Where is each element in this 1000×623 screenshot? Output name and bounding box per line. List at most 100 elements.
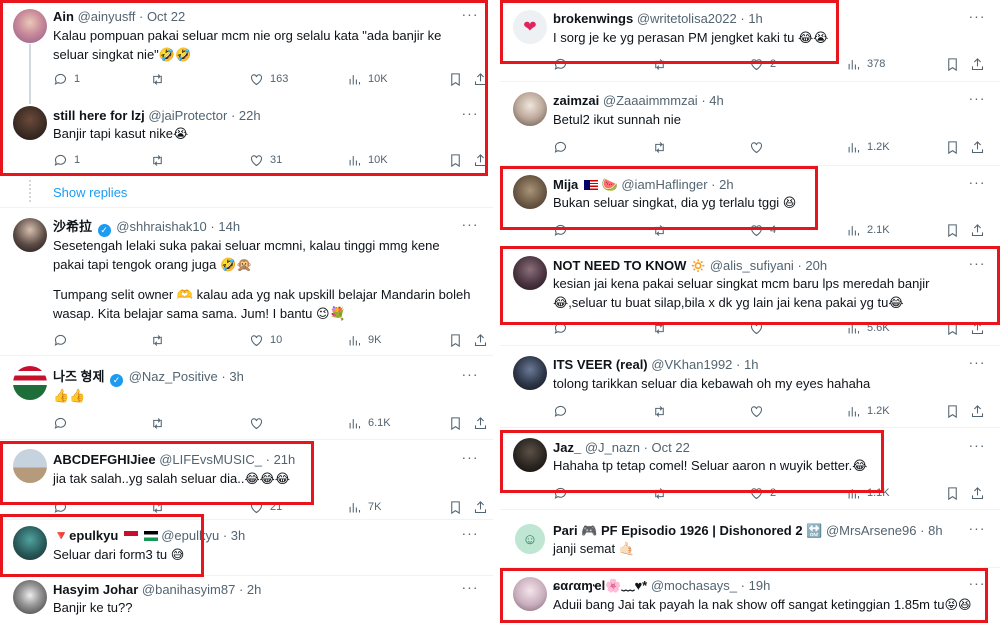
user-handle[interactable]: @jaiProtector xyxy=(148,108,227,123)
user-name[interactable]: ɕαɾαɱҽl🌸﹏♥︎* xyxy=(553,578,647,593)
more-options-icon[interactable]: ··· xyxy=(461,7,479,25)
timestamp[interactable]: 14h xyxy=(218,219,240,234)
avatar[interactable] xyxy=(13,9,47,43)
reply-tweet[interactable]: Hasyim Johar @banihasyim87 · 2h ··· Banj… xyxy=(0,576,493,623)
more-options-icon[interactable]: ··· xyxy=(968,355,986,373)
user-handle[interactable]: @J_nazn xyxy=(585,440,640,455)
show-replies-link[interactable]: Show replies xyxy=(53,185,127,200)
views-button[interactable]: 10K xyxy=(347,151,388,169)
user-handle[interactable]: @mochasays_ xyxy=(651,578,737,593)
user-name[interactable]: Pari 🎮 PF Episodio 1926 | Dishonored 2 🔛 xyxy=(553,523,822,538)
like-button[interactable]: 31 xyxy=(249,151,282,169)
smiley-avatar-icon[interactable]: ☺ xyxy=(515,524,545,554)
like-button[interactable]: 10 xyxy=(249,331,282,349)
user-name[interactable]: still here for lzj xyxy=(53,108,145,123)
like-button[interactable]: 2 xyxy=(749,55,776,73)
views-button[interactable]: 6.1K xyxy=(347,414,391,432)
avatar[interactable] xyxy=(513,356,547,390)
more-options-icon[interactable]: ··· xyxy=(461,526,479,544)
user-handle[interactable]: @iamHaflinger xyxy=(621,177,707,192)
views-button[interactable]: 1.2K xyxy=(846,138,890,156)
user-name[interactable]: 🔻epulkyu xyxy=(53,528,118,543)
reply-tweet[interactable]: zaimzai @Zaaaimmmzai · 4h ··· Betul2 iku… xyxy=(500,82,1000,166)
user-name[interactable]: Ain xyxy=(53,9,74,24)
reply-tweet[interactable]: Ain @ainyusff · Oct 22 ··· Kalau pompuan… xyxy=(0,0,493,104)
share-button[interactable] xyxy=(970,138,985,156)
user-name[interactable]: ABCDEFGHIJiee xyxy=(53,452,156,467)
bookmark-button[interactable] xyxy=(945,221,960,239)
reply-button[interactable]: 1 xyxy=(53,151,80,169)
bookmark-button[interactable] xyxy=(945,402,960,420)
more-options-icon[interactable]: ··· xyxy=(461,217,479,235)
reply-button[interactable] xyxy=(553,138,574,156)
avatar[interactable] xyxy=(513,438,547,472)
like-button[interactable] xyxy=(749,138,770,156)
user-handle[interactable]: @epulkyu xyxy=(161,528,219,543)
bookmark-button[interactable] xyxy=(448,151,463,169)
retweet-button[interactable] xyxy=(150,498,171,516)
reply-tweet[interactable]: ☺ Pari 🎮 PF Episodio 1926 | Dishonored 2… xyxy=(500,510,1000,568)
reply-button[interactable] xyxy=(553,55,574,73)
bookmark-button[interactable] xyxy=(945,138,960,156)
avatar[interactable] xyxy=(13,580,47,614)
reply-button[interactable] xyxy=(553,484,574,502)
more-options-icon[interactable]: ··· xyxy=(968,256,986,274)
avatar[interactable]: ❤ xyxy=(513,10,547,44)
bookmark-button[interactable] xyxy=(945,319,960,337)
user-handle[interactable]: @Naz_Positive xyxy=(129,369,218,384)
user-name[interactable]: Mija xyxy=(553,177,578,192)
views-button[interactable]: 1.1K xyxy=(846,484,890,502)
reply-button[interactable] xyxy=(53,414,74,432)
views-button[interactable]: 5.6K xyxy=(846,319,890,337)
reply-tweet[interactable]: ❤ brokenwings @writetolisa2022 · 1h ··· … xyxy=(500,0,1000,82)
share-button[interactable] xyxy=(473,331,488,349)
like-button[interactable]: 21 xyxy=(249,498,282,516)
retweet-button[interactable] xyxy=(652,319,673,337)
more-options-icon[interactable]: ··· xyxy=(968,521,986,539)
reply-tweet[interactable]: NOT NEED TO KNOW 🔅 @alis_sufiyani · 20h … xyxy=(500,248,1000,346)
more-options-icon[interactable]: ··· xyxy=(461,106,479,124)
timestamp[interactable]: Oct 22 xyxy=(147,9,185,24)
user-handle[interactable]: @LIFEvsMUSIC_ xyxy=(159,452,262,467)
user-handle[interactable]: @writetolisa2022 xyxy=(637,11,737,26)
more-options-icon[interactable]: ··· xyxy=(968,9,986,27)
share-button[interactable] xyxy=(473,70,488,88)
bookmark-button[interactable] xyxy=(448,498,463,516)
retweet-button[interactable] xyxy=(652,55,673,73)
timestamp[interactable]: 8h xyxy=(928,523,942,538)
timestamp[interactable]: 2h xyxy=(247,582,261,597)
views-button[interactable]: 1.2K xyxy=(846,402,890,420)
timestamp[interactable]: 20h xyxy=(805,258,827,273)
user-name[interactable]: 沙希拉 xyxy=(53,219,92,234)
avatar[interactable] xyxy=(513,256,547,290)
bookmark-button[interactable] xyxy=(945,55,960,73)
share-button[interactable] xyxy=(970,484,985,502)
reply-button[interactable] xyxy=(553,221,574,239)
reply-tweet[interactable]: 나즈 형제 ✓ @Naz_Positive · 3h ··· 👍👍 6.1K xyxy=(0,356,493,440)
reply-tweet[interactable]: Jaz_ @J_nazn · Oct 22 ··· Hahaha tp teta… xyxy=(500,428,1000,510)
reply-button[interactable] xyxy=(553,319,574,337)
share-button[interactable] xyxy=(970,402,985,420)
reply-tweet[interactable]: ɕαɾαɱҽl🌸﹏♥︎* @mochasays_ · 19h ··· Aduii… xyxy=(500,568,1000,623)
bookmark-button[interactable] xyxy=(448,414,463,432)
bookmark-button[interactable] xyxy=(448,70,463,88)
reply-button[interactable] xyxy=(53,331,74,349)
reply-tweet[interactable]: 🔻epulkyu @epulkyu · 3h ··· Seluar dari f… xyxy=(0,520,493,576)
share-button[interactable] xyxy=(970,55,985,73)
reply-button[interactable] xyxy=(53,498,74,516)
timestamp[interactable]: 19h xyxy=(749,578,771,593)
timestamp[interactable]: 22h xyxy=(239,108,261,123)
avatar[interactable] xyxy=(13,449,47,483)
timestamp[interactable]: 21h xyxy=(274,452,296,467)
share-button[interactable] xyxy=(473,151,488,169)
like-button[interactable] xyxy=(749,319,770,337)
avatar[interactable] xyxy=(13,218,47,252)
like-button[interactable]: 4 xyxy=(749,221,776,239)
avatar[interactable] xyxy=(513,92,547,126)
share-button[interactable] xyxy=(473,414,488,432)
retweet-button[interactable] xyxy=(150,70,171,88)
more-options-icon[interactable]: ··· xyxy=(461,580,479,598)
user-handle[interactable]: @VKhan1992 xyxy=(651,357,732,372)
user-name[interactable]: zaimzai xyxy=(553,93,599,108)
user-name[interactable]: 나즈 형제 xyxy=(53,369,104,384)
